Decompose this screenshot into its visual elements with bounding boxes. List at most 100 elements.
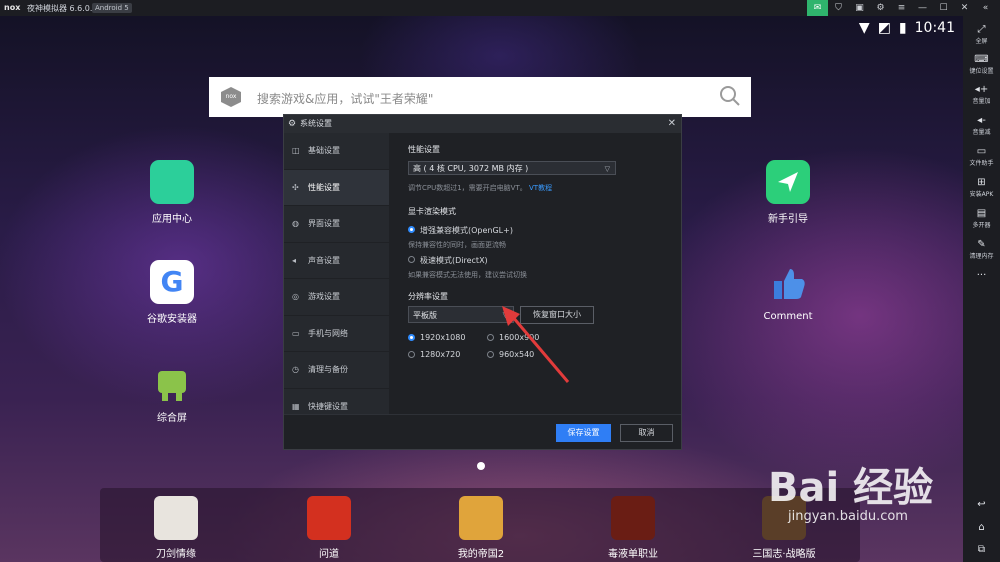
nox-logo: nox: [4, 3, 21, 12]
gift-icon[interactable]: ▣: [849, 3, 870, 13]
save-settings-button[interactable]: 保存设置: [556, 424, 611, 442]
search-bar[interactable]: nox 搜索游戏&应用，试试"王者荣耀": [209, 77, 751, 117]
maximize-icon[interactable]: ☐: [933, 3, 954, 13]
page-indicator: [477, 462, 485, 470]
radio-selected-icon: [408, 226, 415, 233]
dock-app-icon: [459, 496, 503, 540]
directx-radio[interactable]: 极速模式(DirectX): [408, 255, 488, 266]
shirt-icon[interactable]: ⛉: [828, 3, 849, 13]
back-button[interactable]: ↩: [963, 499, 1000, 511]
menu-icon[interactable]: ≡: [891, 3, 912, 13]
nav-label: 快捷键设置: [308, 401, 348, 411]
broom-icon: ✎: [977, 239, 986, 250]
toolbar-label: 多开器: [972, 222, 991, 229]
performance-heading: 性能设置: [408, 145, 440, 154]
nav-cleanup-backup[interactable]: ◷ 清理与备份: [284, 352, 389, 389]
res-1920-radio[interactable]: 1920x1080: [408, 333, 465, 342]
android-version-badge: Android 5: [92, 3, 132, 13]
file-icon: ▭: [976, 146, 987, 157]
toolbar-clean-memory[interactable]: ✎ 清理内存: [963, 239, 1000, 260]
combined-screen[interactable]: 综合屏: [137, 359, 207, 424]
nav-label: 基础设置: [308, 146, 340, 155]
close-icon[interactable]: ✕: [954, 3, 975, 13]
toolbar-label: 全屏: [975, 38, 988, 45]
opengl-hint: 保持兼容性的同时，画面更流畅: [408, 241, 506, 249]
volume-up-icon: ◂+: [974, 84, 989, 95]
app-center[interactable]: 应用中心: [137, 160, 207, 225]
more-icon: ···: [976, 270, 987, 281]
clock: 10:41: [914, 20, 955, 36]
opengl-radio[interactable]: 增强兼容模式(OpenGL+): [408, 225, 513, 236]
dock-app-label: 刀剑情缘: [156, 549, 196, 560]
dialog-footer: 保存设置 取消: [284, 414, 681, 449]
settings-gear-icon: ⚙: [288, 119, 297, 129]
vt-hint: 调节CPU数超过1，需要开启电脑VT。 VT教程: [408, 183, 552, 193]
nav-game[interactable]: ◎ 游戏设置: [284, 279, 389, 316]
android-icon: [150, 359, 194, 403]
home-button[interactable]: ⌂: [963, 522, 1000, 534]
vt-hint-text: 调节CPU数超过1，需要开启电脑VT。: [408, 184, 527, 192]
toolbar-volume-up[interactable]: ◂+ 音量加: [963, 84, 1000, 105]
performance-select[interactable]: 高 ( 4 核 CPU, 3072 MB 内存 ) ▽: [408, 161, 616, 175]
dock-app[interactable]: 刀剑情缘: [136, 496, 216, 560]
nav-performance[interactable]: ✣ 性能设置: [284, 169, 389, 206]
nav-label: 界面设置: [308, 219, 340, 228]
radio-unselected-icon: [408, 351, 415, 358]
basic-icon: ◫: [292, 146, 300, 155]
comment-app[interactable]: Comment: [753, 261, 823, 322]
nav-phone-network[interactable]: ▭ 手机与网络: [284, 316, 389, 352]
resolution-heading: 分辨率设置: [408, 292, 448, 301]
volume-down-icon: ◂-: [977, 115, 986, 126]
dialog-close-icon[interactable]: ✕: [668, 115, 676, 133]
app-center-icon: [150, 160, 194, 204]
wifi-icon: ▼: [858, 20, 870, 36]
search-placeholder: 搜索游戏&应用，试试"王者荣耀": [257, 92, 434, 106]
google-installer[interactable]: G 谷歌安装器: [137, 260, 207, 325]
mail-icon[interactable]: ✉: [807, 0, 828, 16]
app-dock: 刀剑情缘 问道 我的帝国2 毒液单职业 三国志·战略版: [100, 488, 860, 562]
toolbar-multi-instance[interactable]: ▤ 多开器: [963, 208, 1000, 229]
google-icon: G: [150, 260, 194, 304]
apk-icon: ⊞: [977, 177, 986, 188]
dock-app[interactable]: 毒液单职业: [593, 496, 673, 560]
cancel-button[interactable]: 取消: [620, 424, 673, 442]
toolbar-fullscreen[interactable]: ⤢ 全屏: [963, 24, 1000, 45]
dock-app[interactable]: 问道: [289, 496, 369, 560]
toolbar-install-apk[interactable]: ⊞ 安装APK: [963, 177, 1000, 198]
beginner-guide[interactable]: 新手引导: [753, 160, 823, 225]
toolbar-volume-down[interactable]: ◂- 音量减: [963, 115, 1000, 136]
toolbar-more[interactable]: ···: [963, 270, 1000, 282]
toolbar-label: 键位设置: [969, 68, 994, 75]
minimize-icon[interactable]: —: [912, 3, 933, 13]
search-icon[interactable]: [719, 85, 741, 107]
game-icon: ◎: [292, 292, 299, 301]
app-label: 谷歌安装器: [147, 314, 197, 325]
emulator-right-toolbar: ⤢ 全屏 ⌨ 键位设置 ◂+ 音量加 ◂- 音量减 ▭ 文件助手 ⊞ 安装APK ▤ 多开器 …: [963, 16, 1000, 562]
toolbar-file-helper[interactable]: ▭ 文件助手: [963, 146, 1000, 167]
system-settings-dialog: ⚙ 系统设置 ✕ ◫ 基础设置 ✣ 性能设置 ◍ 界面设置 ◂ 声音设置 ◎ 游戏设置 ▭…: [283, 114, 682, 450]
guide-icon: [766, 160, 810, 204]
recent-apps-button[interactable]: ⧉: [963, 544, 1000, 556]
res-1280-radio[interactable]: 1280x720: [408, 350, 460, 359]
vt-tutorial-link[interactable]: VT教程: [529, 184, 552, 192]
nox-search-logo-icon: nox: [221, 87, 241, 107]
toolbar-keymapping[interactable]: ⌨ 键位设置: [963, 54, 1000, 75]
directx-label: 极速模式(DirectX): [420, 256, 488, 265]
dock-app-icon: [154, 496, 198, 540]
interface-icon: ◍: [292, 219, 299, 228]
nav-basic[interactable]: ◫ 基础设置: [284, 133, 389, 170]
thumbs-up-icon: [766, 261, 810, 305]
dock-app[interactable]: 我的帝国2: [441, 496, 521, 560]
settings-icon[interactable]: ⚙: [870, 3, 891, 13]
nav-interface[interactable]: ◍ 界面设置: [284, 206, 389, 243]
nav-sound[interactable]: ◂ 声音设置: [284, 243, 389, 279]
nav-label: 声音设置: [308, 255, 340, 265]
dock-app-label: 问道: [319, 549, 339, 560]
collapse-icon[interactable]: «: [975, 3, 996, 13]
dialog-title: 系统设置: [300, 119, 332, 128]
toolbar-label: 音量减: [972, 129, 991, 136]
back-icon: ↩: [977, 499, 986, 510]
no-sim-icon: ◩: [877, 20, 891, 36]
app-label: 新手引导: [768, 214, 808, 225]
fullscreen-icon: ⤢: [977, 24, 986, 35]
